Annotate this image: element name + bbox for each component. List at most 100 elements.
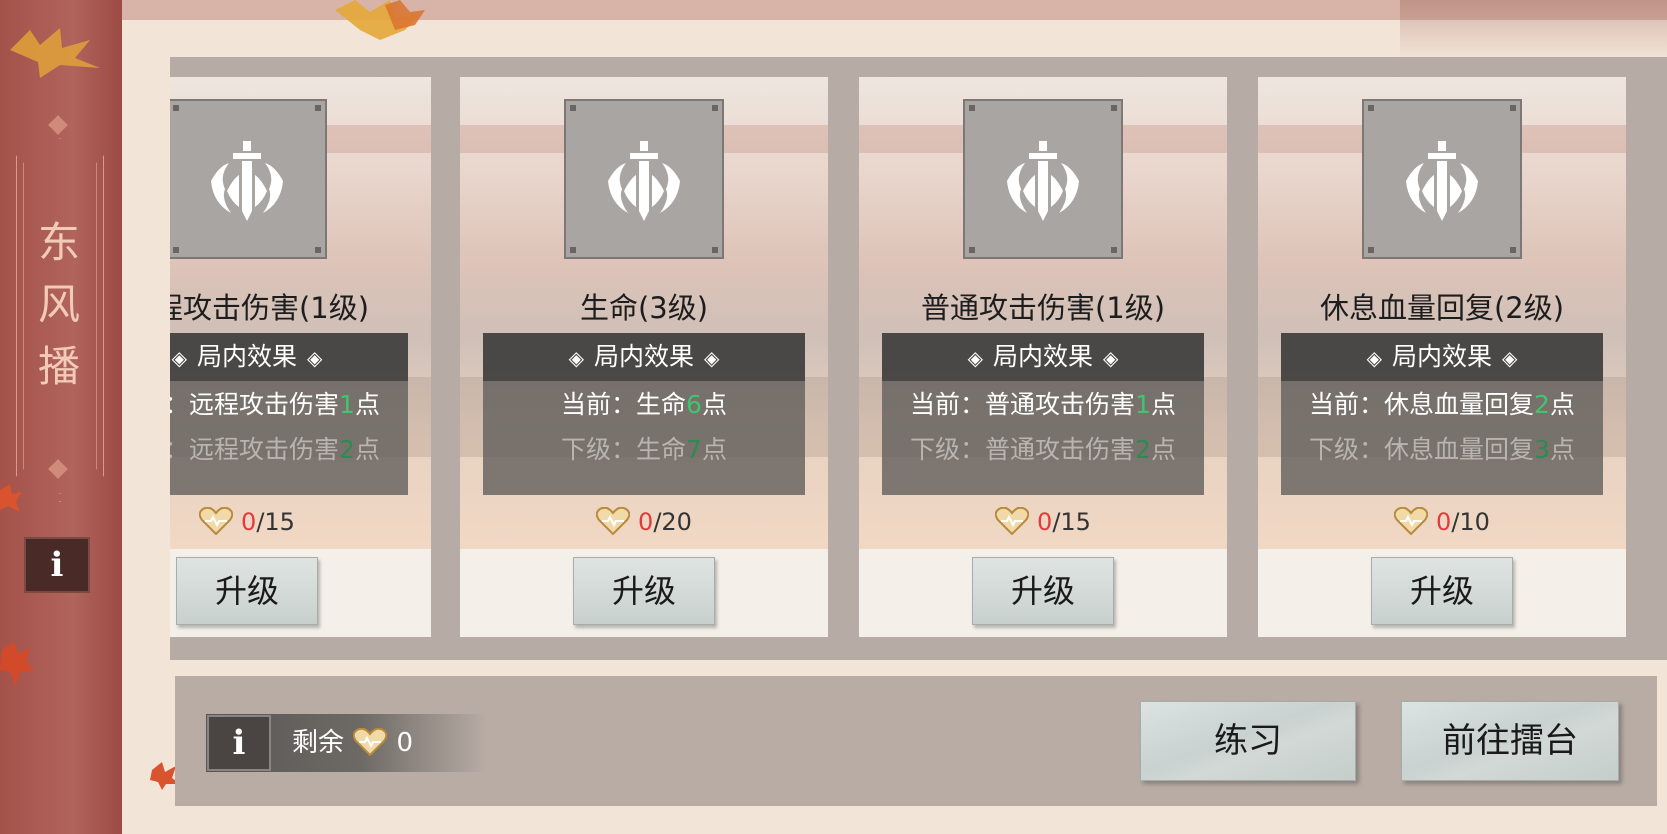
diamond-icon: ◈ [1502, 346, 1518, 370]
maple-leaf-icon [0, 484, 22, 512]
current-prefix: 当前： [561, 390, 637, 419]
effect-header-label: 局内效果 [196, 342, 297, 371]
cost-have: 0 [1037, 508, 1053, 536]
heart-icon [353, 727, 388, 757]
next-effect: 下级：休息血量回复3点 [1281, 428, 1603, 472]
remaining-points: 剩余 0 [292, 714, 413, 772]
effect-header: ◈ 局内效果 ◈ [1281, 333, 1603, 381]
current-value: 1 [339, 390, 355, 419]
heart-icon [199, 507, 234, 535]
diamond-icon: ◈ [1366, 346, 1382, 370]
upgrade-button[interactable]: 升级 [1371, 557, 1513, 625]
remaining-value: 0 [396, 728, 414, 758]
card-title: 远程攻击伤害(1级) [170, 291, 370, 325]
upgrade-cost: 0/20 [460, 507, 828, 536]
next-effect: 下级：生命7点 [483, 428, 805, 472]
current-suffix: 点 [701, 390, 727, 419]
next-name: 普通攻击伤害 [985, 435, 1136, 464]
sword-emblem-icon [1007, 141, 1079, 221]
cost-need: /20 [653, 508, 692, 536]
next-prefix: 下级： [561, 435, 637, 464]
effect-panel: ◈ 局内效果 ◈ 当前：生命6点 下级：生命7点 [483, 333, 805, 495]
upgrade-cost: 0/10 [1258, 507, 1626, 536]
next-prefix: 下级： [910, 435, 986, 464]
skill-icon-frame [170, 99, 327, 259]
current-value: 2 [1534, 390, 1550, 419]
current-prefix: 当前： [910, 390, 986, 419]
effect-header-label: 局内效果 [1391, 342, 1492, 371]
skill-icon-frame [963, 99, 1123, 259]
next-name: 休息血量回复 [1384, 435, 1535, 464]
current-name: 休息血量回复 [1384, 390, 1535, 419]
practice-button[interactable]: 练习 [1140, 701, 1356, 781]
cost-need: /15 [1052, 508, 1091, 536]
next-value: 7 [686, 435, 702, 464]
effect-header: ◈ 局内效果 ◈ [882, 333, 1204, 381]
upgrade-card-rest-heal: 休息血量回复(2级) ◈ 局内效果 ◈ 当前：休息血量回复2点 下级：休息血量回复3… [1258, 77, 1626, 637]
maple-leaf-icon [10, 28, 100, 78]
next-effect: 下级：普通攻击伤害2点 [882, 428, 1204, 472]
remaining-label: 剩余 [292, 728, 345, 758]
effect-panel: ◈ 局内效果 ◈ 当前：休息血量回复2点 下级：休息血量回复3点 [1281, 333, 1603, 495]
current-effect: 当前：普通攻击伤害1点 [882, 381, 1204, 428]
banner-title-char: 风 [37, 280, 82, 329]
next-prefix: 下级： [170, 435, 189, 464]
next-value: 2 [1135, 435, 1151, 464]
sword-emblem-icon [1406, 141, 1478, 221]
maple-leaf-icon [0, 642, 34, 686]
current-value: 6 [686, 390, 702, 419]
diamond-icon: ◈ [568, 346, 584, 370]
next-name: 远程攻击伤害 [189, 435, 340, 464]
go-to-arena-button[interactable]: 前往擂台 [1401, 701, 1619, 781]
next-value: 3 [1534, 435, 1550, 464]
next-suffix: 点 [354, 435, 380, 464]
next-effect: 下级：远程攻击伤害2点 [170, 428, 408, 472]
heart-icon [995, 507, 1030, 535]
current-prefix: 当前： [170, 390, 189, 419]
current-effect: 当前：远程攻击伤害1点 [170, 381, 408, 428]
current-value: 1 [1135, 390, 1151, 419]
diamond-icon: ◈ [307, 346, 323, 370]
card-title: 普通攻击伤害(1级) [920, 291, 1166, 325]
upgrade-button[interactable]: 升级 [972, 557, 1114, 625]
effect-panel: ◈局内效果◈ 当前：远程攻击伤害1点 下级：远程攻击伤害2点 [170, 333, 408, 495]
effect-panel: ◈ 局内效果 ◈ 当前：普通攻击伤害1点 下级：普通攻击伤害2点 [882, 333, 1204, 495]
upgrade-button[interactable]: 升级 [176, 557, 318, 625]
next-suffix: 点 [1150, 435, 1176, 464]
side-banner: 东 风 播 i [0, 0, 122, 834]
skill-icon-frame [1362, 99, 1522, 259]
upgrade-cost: 0/15 [859, 507, 1227, 536]
cost-have: 0 [638, 508, 654, 536]
current-name: 普通攻击伤害 [985, 390, 1136, 419]
info-button[interactable]: i [207, 715, 271, 771]
maple-leaf-icon [335, 0, 425, 40]
sword-emblem-icon [608, 141, 680, 221]
current-name: 远程攻击伤害 [189, 390, 340, 419]
upgrade-card-ranged-damage: 远程攻击伤害(1级) ◈局内效果◈ 当前：远程攻击伤害1点 下级：远程攻击伤害2… [170, 77, 431, 637]
card-title: 生命(3级) [579, 291, 709, 325]
effect-header-label: 局内效果 [593, 342, 694, 371]
upgrade-card-health: 生命(3级) ◈ 局内效果 ◈ 当前：生命6点 下级：生命7点 0/20 升级 [460, 77, 828, 637]
sword-emblem-icon [211, 141, 283, 221]
banner-title-char: 东 [37, 218, 82, 267]
effect-header: ◈ 局内效果 ◈ [170, 333, 408, 381]
current-prefix: 当前： [1309, 390, 1385, 419]
next-suffix: 点 [701, 435, 727, 464]
current-effect: 当前：休息血量回复2点 [1281, 381, 1603, 428]
upgrade-cost: 0/15 [170, 507, 431, 536]
cost-have: 0 [1436, 508, 1452, 536]
upgrade-card-normal-attack: 普通攻击伤害(1级) ◈ 局内效果 ◈ 当前：普通攻击伤害1点 下级：普通攻击伤害2… [859, 77, 1227, 637]
heart-icon [596, 507, 631, 535]
diamond-icon: ◈ [967, 346, 983, 370]
banner-diamond-top [48, 115, 68, 135]
upgrade-button[interactable]: 升级 [573, 557, 715, 625]
effect-header-label: 局内效果 [992, 342, 1093, 371]
top-corner-shadow [1400, 0, 1667, 60]
next-value: 2 [339, 435, 355, 464]
next-prefix: 下级： [1309, 435, 1385, 464]
skill-icon-frame [564, 99, 724, 259]
current-suffix: 点 [1150, 390, 1176, 419]
current-suffix: 点 [354, 390, 380, 419]
current-effect: 当前：生命6点 [483, 381, 805, 428]
banner-info-button[interactable]: i [24, 537, 90, 593]
